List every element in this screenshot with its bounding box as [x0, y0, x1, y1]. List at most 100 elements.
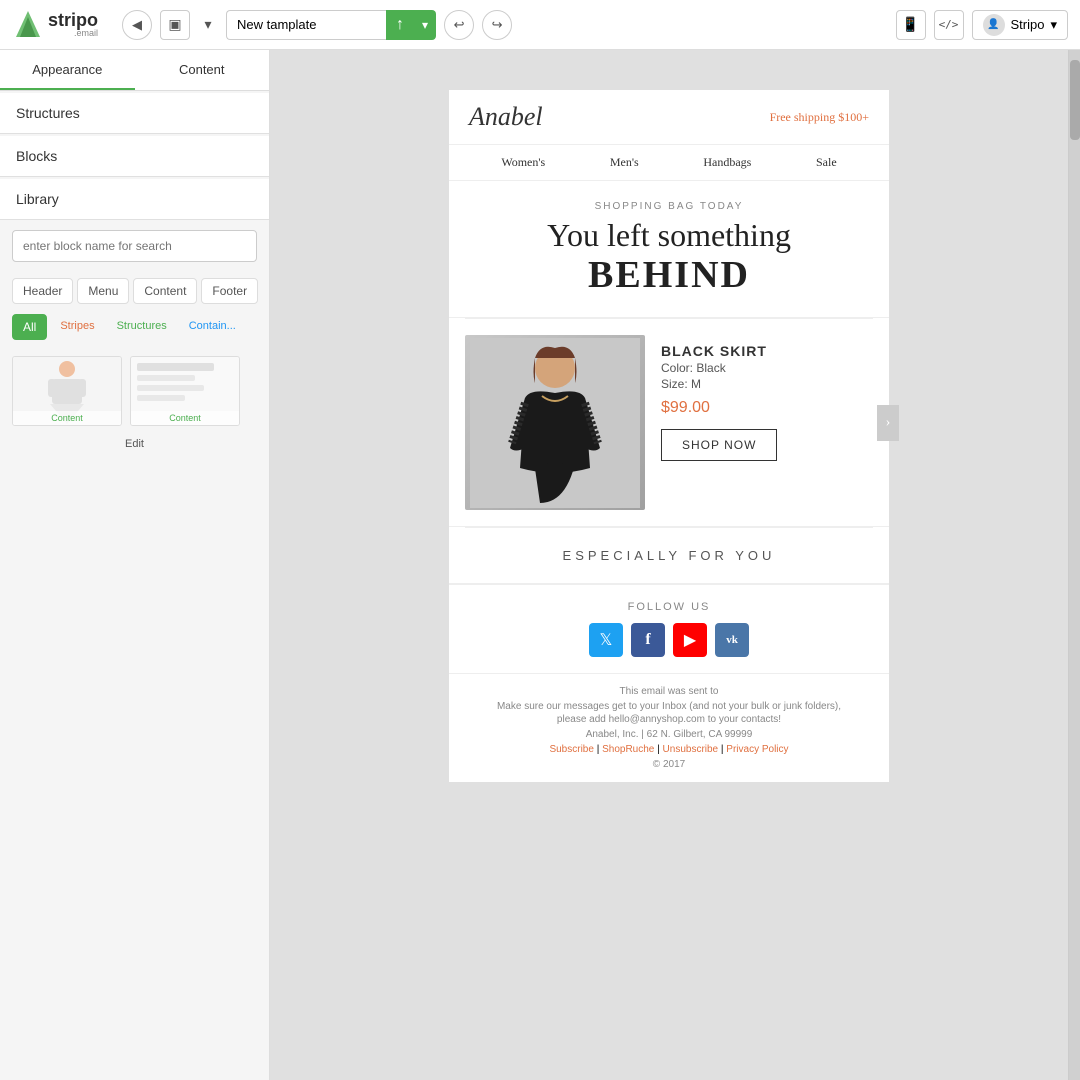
undo-button[interactable]: ↩: [444, 10, 474, 40]
shop-now-button[interactable]: SHOP NOW: [661, 429, 777, 461]
toolbar-right: 📱 </> 👤 Stripo ▾: [896, 10, 1069, 40]
arrow-right-icon: ›: [886, 415, 891, 431]
search-wrapper: [0, 220, 269, 272]
social-youtube-button[interactable]: ▶: [673, 623, 707, 657]
tab-content[interactable]: Content: [135, 50, 270, 90]
social-facebook-button[interactable]: f: [631, 623, 665, 657]
product-details: BLACK SKIRT Color: Black Size: M $99.00 …: [661, 335, 873, 510]
category-structures[interactable]: Structures: [108, 314, 176, 338]
free-shipping-link[interactable]: Free shipping $100+: [770, 110, 869, 125]
product-color: Color: Black: [661, 361, 873, 375]
vk-icon: vk: [726, 634, 738, 646]
template-icon: ▣: [168, 16, 181, 33]
shopping-bag-label: SHOPPING BAG TODAY: [469, 201, 869, 212]
unsubscribe-link[interactable]: Unsubscribe: [663, 744, 719, 755]
thumbnail-item-2[interactable]: Content: [130, 356, 240, 426]
nav-arrow[interactable]: ›: [877, 405, 899, 441]
email-header: Anabel Free shipping $100+: [449, 90, 889, 145]
thumbnail-content-label-2: Content: [131, 411, 239, 425]
follow-section: FOLLOW US 𝕏 f ▶ vk: [449, 585, 889, 674]
toggle-icon: ▾: [422, 18, 428, 32]
product-size: Size: M: [661, 377, 873, 391]
filter-header[interactable]: Header: [12, 278, 73, 304]
privacy-link[interactable]: Privacy Policy: [726, 744, 788, 755]
thumbnail-img-1: Content: [12, 356, 122, 426]
edit-label: Edit: [0, 434, 269, 454]
left-panel: Appearance Content Structures Blocks Lib…: [0, 50, 270, 1080]
social-twitter-button[interactable]: 𝕏: [589, 623, 623, 657]
follow-title: FOLLOW US: [469, 601, 869, 613]
subscribe-link[interactable]: Subscribe: [549, 744, 593, 755]
code-icon: </>: [939, 18, 959, 31]
upload-button[interactable]: ↑: [386, 10, 414, 40]
category-contain[interactable]: Contain...: [180, 314, 245, 338]
template-dropdown-button[interactable]: ▾: [198, 10, 218, 40]
back-icon: ◀: [132, 17, 142, 33]
thumbnail-content-label-1: Content: [13, 411, 121, 425]
social-vk-button[interactable]: vk: [715, 623, 749, 657]
product-section: BLACK SKIRT Color: Black Size: M $99.00 …: [449, 319, 889, 527]
nav-mens: Men's: [610, 155, 639, 170]
logo-icon: [12, 9, 44, 41]
filter-menu[interactable]: Menu: [77, 278, 129, 304]
back-button[interactable]: ◀: [122, 10, 152, 40]
category-all[interactable]: All: [12, 314, 47, 340]
footer-ensure-1: Make sure our messages get to your Inbox…: [469, 701, 869, 712]
filter-footer[interactable]: Footer: [201, 278, 258, 304]
redo-icon: ↪: [492, 17, 503, 33]
thumbnail-item-1[interactable]: Content: [12, 356, 122, 426]
facebook-icon: f: [645, 631, 650, 649]
logo: stripo .email: [12, 9, 98, 41]
scrollbar[interactable]: [1068, 50, 1080, 1080]
hero-title-line1: You left something: [469, 218, 869, 253]
avatar-icon: 👤: [987, 19, 999, 30]
scrollbar-thumb[interactable]: [1070, 60, 1080, 140]
code-view-button[interactable]: </>: [934, 10, 964, 40]
product-image-svg: [470, 338, 640, 508]
product-name: BLACK SKIRT: [661, 343, 873, 359]
template-view-button[interactable]: ▣: [160, 10, 190, 40]
social-icons: 𝕏 f ▶ vk: [469, 623, 869, 657]
shopruche-link[interactable]: ShopRuche: [602, 744, 654, 755]
thumbnail-grid: Content Content: [0, 348, 269, 434]
category-stripes[interactable]: Stripes: [51, 314, 103, 338]
footer-ensure-2: please add hello@annyshop.com to your co…: [469, 714, 869, 725]
template-name-input[interactable]: [226, 10, 386, 40]
section-blocks[interactable]: Blocks: [0, 136, 269, 177]
section-structures[interactable]: Structures: [0, 93, 269, 134]
logo-text: stripo .email: [48, 11, 98, 38]
especially-text: ESPECIALLY FOR YOU: [469, 548, 869, 563]
product-price: $99.00: [661, 399, 873, 417]
youtube-icon: ▶: [684, 630, 696, 650]
tab-appearance[interactable]: Appearance: [0, 50, 135, 90]
filter-tabs: Header Menu Content Footer: [0, 272, 269, 310]
mobile-preview-button[interactable]: 📱: [896, 10, 926, 40]
logo-stripo-text: stripo: [48, 11, 98, 29]
avatar: 👤: [983, 14, 1005, 36]
email-footer: This email was sent to Make sure our mes…: [449, 674, 889, 782]
email-nav: Women's Men's Handbags Sale: [449, 145, 889, 181]
template-name-wrapper: ↑ ▾: [226, 10, 436, 40]
hero-title-line2: BEHIND: [469, 253, 869, 297]
redo-button[interactable]: ↪: [482, 10, 512, 40]
main-layout: Appearance Content Structures Blocks Lib…: [0, 50, 1080, 1080]
nav-handbags: Handbags: [703, 155, 751, 170]
content-scroll-area[interactable]: Anabel Free shipping $100+ Women's Men's…: [270, 50, 1080, 1080]
panel-tabs: Appearance Content: [0, 50, 269, 91]
nav-womens: Women's: [501, 155, 545, 170]
toolbar: stripo .email ◀ ▣ ▾ ↑ ▾ ↩ ↪ 📱 </>: [0, 0, 1080, 50]
twitter-icon: 𝕏: [600, 630, 613, 650]
email-hero: SHOPPING BAG TODAY You left something BE…: [449, 181, 889, 318]
footer-sent-to: This email was sent to: [469, 686, 869, 697]
upload-toggle-button[interactable]: ▾: [414, 10, 436, 40]
email-preview: Anabel Free shipping $100+ Women's Men's…: [449, 90, 889, 782]
user-dropdown-icon: ▾: [1050, 17, 1057, 33]
footer-copyright: © 2017: [469, 759, 869, 770]
search-input[interactable]: [12, 230, 257, 262]
section-library[interactable]: Library: [0, 179, 269, 220]
user-label: Stripo: [1011, 17, 1045, 32]
user-button[interactable]: 👤 Stripo ▾: [972, 10, 1069, 40]
footer-links: Subscribe | ShopRuche | Unsubscribe | Pr…: [469, 744, 869, 755]
upload-icon: ↑: [396, 16, 404, 34]
filter-content[interactable]: Content: [133, 278, 197, 304]
